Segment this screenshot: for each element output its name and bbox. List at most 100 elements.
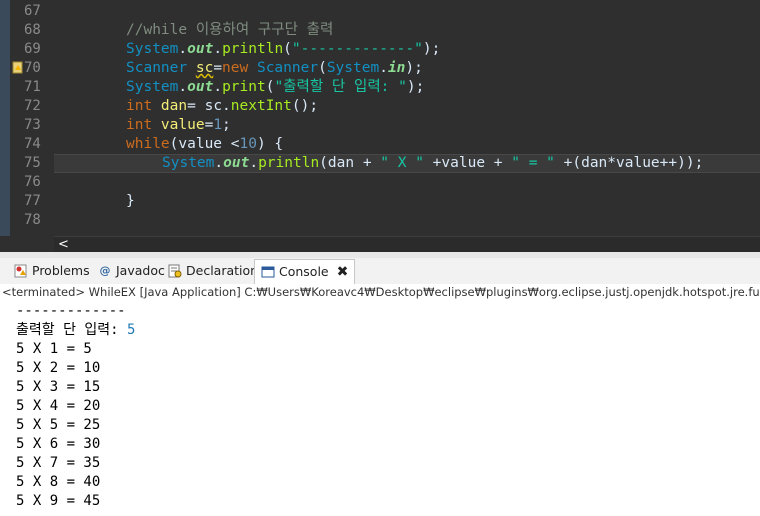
code-token: . bbox=[213, 41, 223, 57]
code-token: . bbox=[178, 41, 188, 57]
code-token: . bbox=[214, 155, 224, 171]
code-token: } bbox=[126, 193, 135, 209]
line-number: 70 bbox=[24, 60, 41, 76]
line-number-gutter: 67 68 69 70 71 72 73 74 75 76 77 78 bbox=[0, 0, 54, 236]
code-token: Scanner bbox=[256, 60, 319, 76]
code-line[interactable]: System.out.println("-------------"); bbox=[54, 40, 760, 59]
tab-javadoc-label: Javadoc bbox=[116, 263, 165, 278]
console-line-text: 5 X 2 = 10 bbox=[16, 360, 101, 376]
console-line-text: 출력할 단 입력: bbox=[16, 322, 127, 338]
code-token: System bbox=[326, 60, 380, 76]
console-line-text: 5 X 7 = 35 bbox=[16, 455, 101, 471]
code-token: //while 이용하여 구구단 출력 bbox=[126, 22, 334, 38]
code-line[interactable]: //while 이용하여 구구단 출력 bbox=[54, 21, 760, 40]
code-token: "-------------" bbox=[291, 41, 423, 57]
code-line[interactable]: Scanner sc=new Scanner(System.in); bbox=[54, 59, 760, 78]
console-icon bbox=[261, 266, 275, 278]
terminated-status: <terminated> WhileEX [Java Application] … bbox=[2, 285, 760, 299]
warning-icon[interactable] bbox=[12, 61, 24, 75]
console-line: 5 X 4 = 20 bbox=[16, 397, 100, 416]
tab-declaration[interactable]: Declaration bbox=[168, 259, 258, 283]
line-number: 69 bbox=[24, 41, 41, 57]
code-token: int bbox=[126, 117, 161, 133]
line-number: 74 bbox=[24, 136, 41, 152]
console-line-text: 5 X 1 = 5 bbox=[16, 341, 92, 357]
code-line[interactable]: int value=1; bbox=[54, 116, 760, 135]
code-line[interactable]: int dan= sc.nextInt(); bbox=[54, 97, 760, 116]
code-token: sc bbox=[195, 60, 214, 76]
code-token: ); bbox=[422, 41, 441, 57]
line-number: 67 bbox=[24, 3, 41, 19]
tab-declaration-label: Declaration bbox=[186, 263, 259, 278]
line-number: 72 bbox=[24, 98, 41, 114]
code-token: System bbox=[126, 79, 179, 95]
change-ruler bbox=[0, 0, 10, 236]
code-line[interactable] bbox=[54, 173, 760, 192]
code-token: out bbox=[223, 155, 250, 171]
console-line: 5 X 6 = 30 bbox=[16, 435, 100, 454]
console-line: 출력할 단 입력: 5 bbox=[16, 321, 135, 340]
code-token: . bbox=[249, 155, 259, 171]
console-line-text: 5 X 5 = 25 bbox=[16, 417, 101, 433]
code-token: value bbox=[160, 117, 205, 133]
code-token: +value + bbox=[423, 155, 512, 171]
code-token: (dan + bbox=[319, 155, 381, 171]
bottom-view-tabs: Problems @ Javadoc Declaration Console ✖ bbox=[0, 258, 760, 284]
code-token: (value < bbox=[169, 136, 240, 152]
code-token: out bbox=[187, 41, 214, 57]
console-line-text: 5 X 8 = 40 bbox=[16, 474, 101, 490]
code-token: ); bbox=[406, 79, 425, 95]
code-token: . bbox=[379, 60, 388, 76]
code-line[interactable]: } bbox=[54, 192, 760, 211]
code-line[interactable]: System.out.println(dan + " X " +value + … bbox=[54, 154, 760, 173]
console-line-text: 5 X 4 = 20 bbox=[16, 398, 101, 414]
tab-problems[interactable]: Problems bbox=[14, 259, 90, 283]
console-line: 5 X 2 = 10 bbox=[16, 359, 100, 378]
scroll-left-arrow-icon[interactable]: < bbox=[58, 237, 69, 253]
code-token: out bbox=[187, 79, 214, 95]
code-token: int bbox=[126, 98, 161, 114]
tab-problems-label: Problems bbox=[32, 263, 90, 278]
code-token: print bbox=[222, 79, 266, 95]
code-token: " X " bbox=[380, 155, 424, 171]
code-token: dan bbox=[160, 98, 188, 114]
tab-javadoc[interactable]: @ Javadoc bbox=[98, 259, 165, 283]
code-token: System bbox=[126, 41, 179, 57]
code-line[interactable] bbox=[54, 211, 760, 230]
console-user-input: 5 bbox=[127, 322, 136, 338]
console-line: 5 X 9 = 45 bbox=[16, 492, 100, 511]
console-line: 5 X 3 = 15 bbox=[16, 378, 100, 397]
code-editor[interactable]: 67 68 69 70 71 72 73 74 75 76 77 78 //while 이용하여 구구… bbox=[0, 0, 760, 236]
console-line: ------------- bbox=[16, 302, 126, 321]
console-line: 5 X 8 = 40 bbox=[16, 473, 100, 492]
code-token: ( bbox=[318, 60, 327, 76]
code-token: nextInt bbox=[230, 98, 292, 114]
close-icon[interactable]: ✖ bbox=[337, 260, 349, 284]
code-token: ); bbox=[405, 60, 423, 76]
code-token: println bbox=[258, 155, 320, 171]
tab-console[interactable]: Console ✖ bbox=[254, 259, 356, 284]
line-number: 75 bbox=[24, 155, 41, 171]
code-token: System bbox=[162, 155, 215, 171]
code-token: 10 bbox=[239, 136, 257, 152]
code-line[interactable]: System.out.print("출력할 단 입력: "); bbox=[54, 78, 760, 97]
console-output[interactable]: ------------- 출력할 단 입력: 55 X 1 = 55 X 2 =… bbox=[0, 300, 760, 516]
code-line[interactable]: while(value <10) { bbox=[54, 135, 760, 154]
line-number: 71 bbox=[24, 79, 41, 95]
code-token: ) { bbox=[256, 136, 284, 152]
console-line-text: 5 X 9 = 45 bbox=[16, 493, 101, 509]
code-token: "출력할 단 입력: " bbox=[274, 79, 407, 95]
code-token: . bbox=[213, 79, 223, 95]
console-line-text: 5 X 6 = 30 bbox=[16, 436, 101, 452]
code-area[interactable]: //while 이용하여 구구단 출력 System.out.println("-… bbox=[54, 0, 760, 236]
code-token: 1 bbox=[213, 117, 223, 133]
code-token: " = " bbox=[511, 155, 555, 171]
console-line-text: 5 X 3 = 15 bbox=[16, 379, 101, 395]
code-token: new bbox=[222, 60, 257, 76]
declaration-icon bbox=[168, 264, 182, 278]
javadoc-icon: @ bbox=[99, 264, 111, 277]
console-line-text: ------------- bbox=[16, 303, 126, 319]
line-number: 78 bbox=[24, 212, 41, 228]
code-line[interactable] bbox=[54, 2, 760, 21]
horizontal-scrollbar[interactable]: < bbox=[54, 236, 760, 253]
